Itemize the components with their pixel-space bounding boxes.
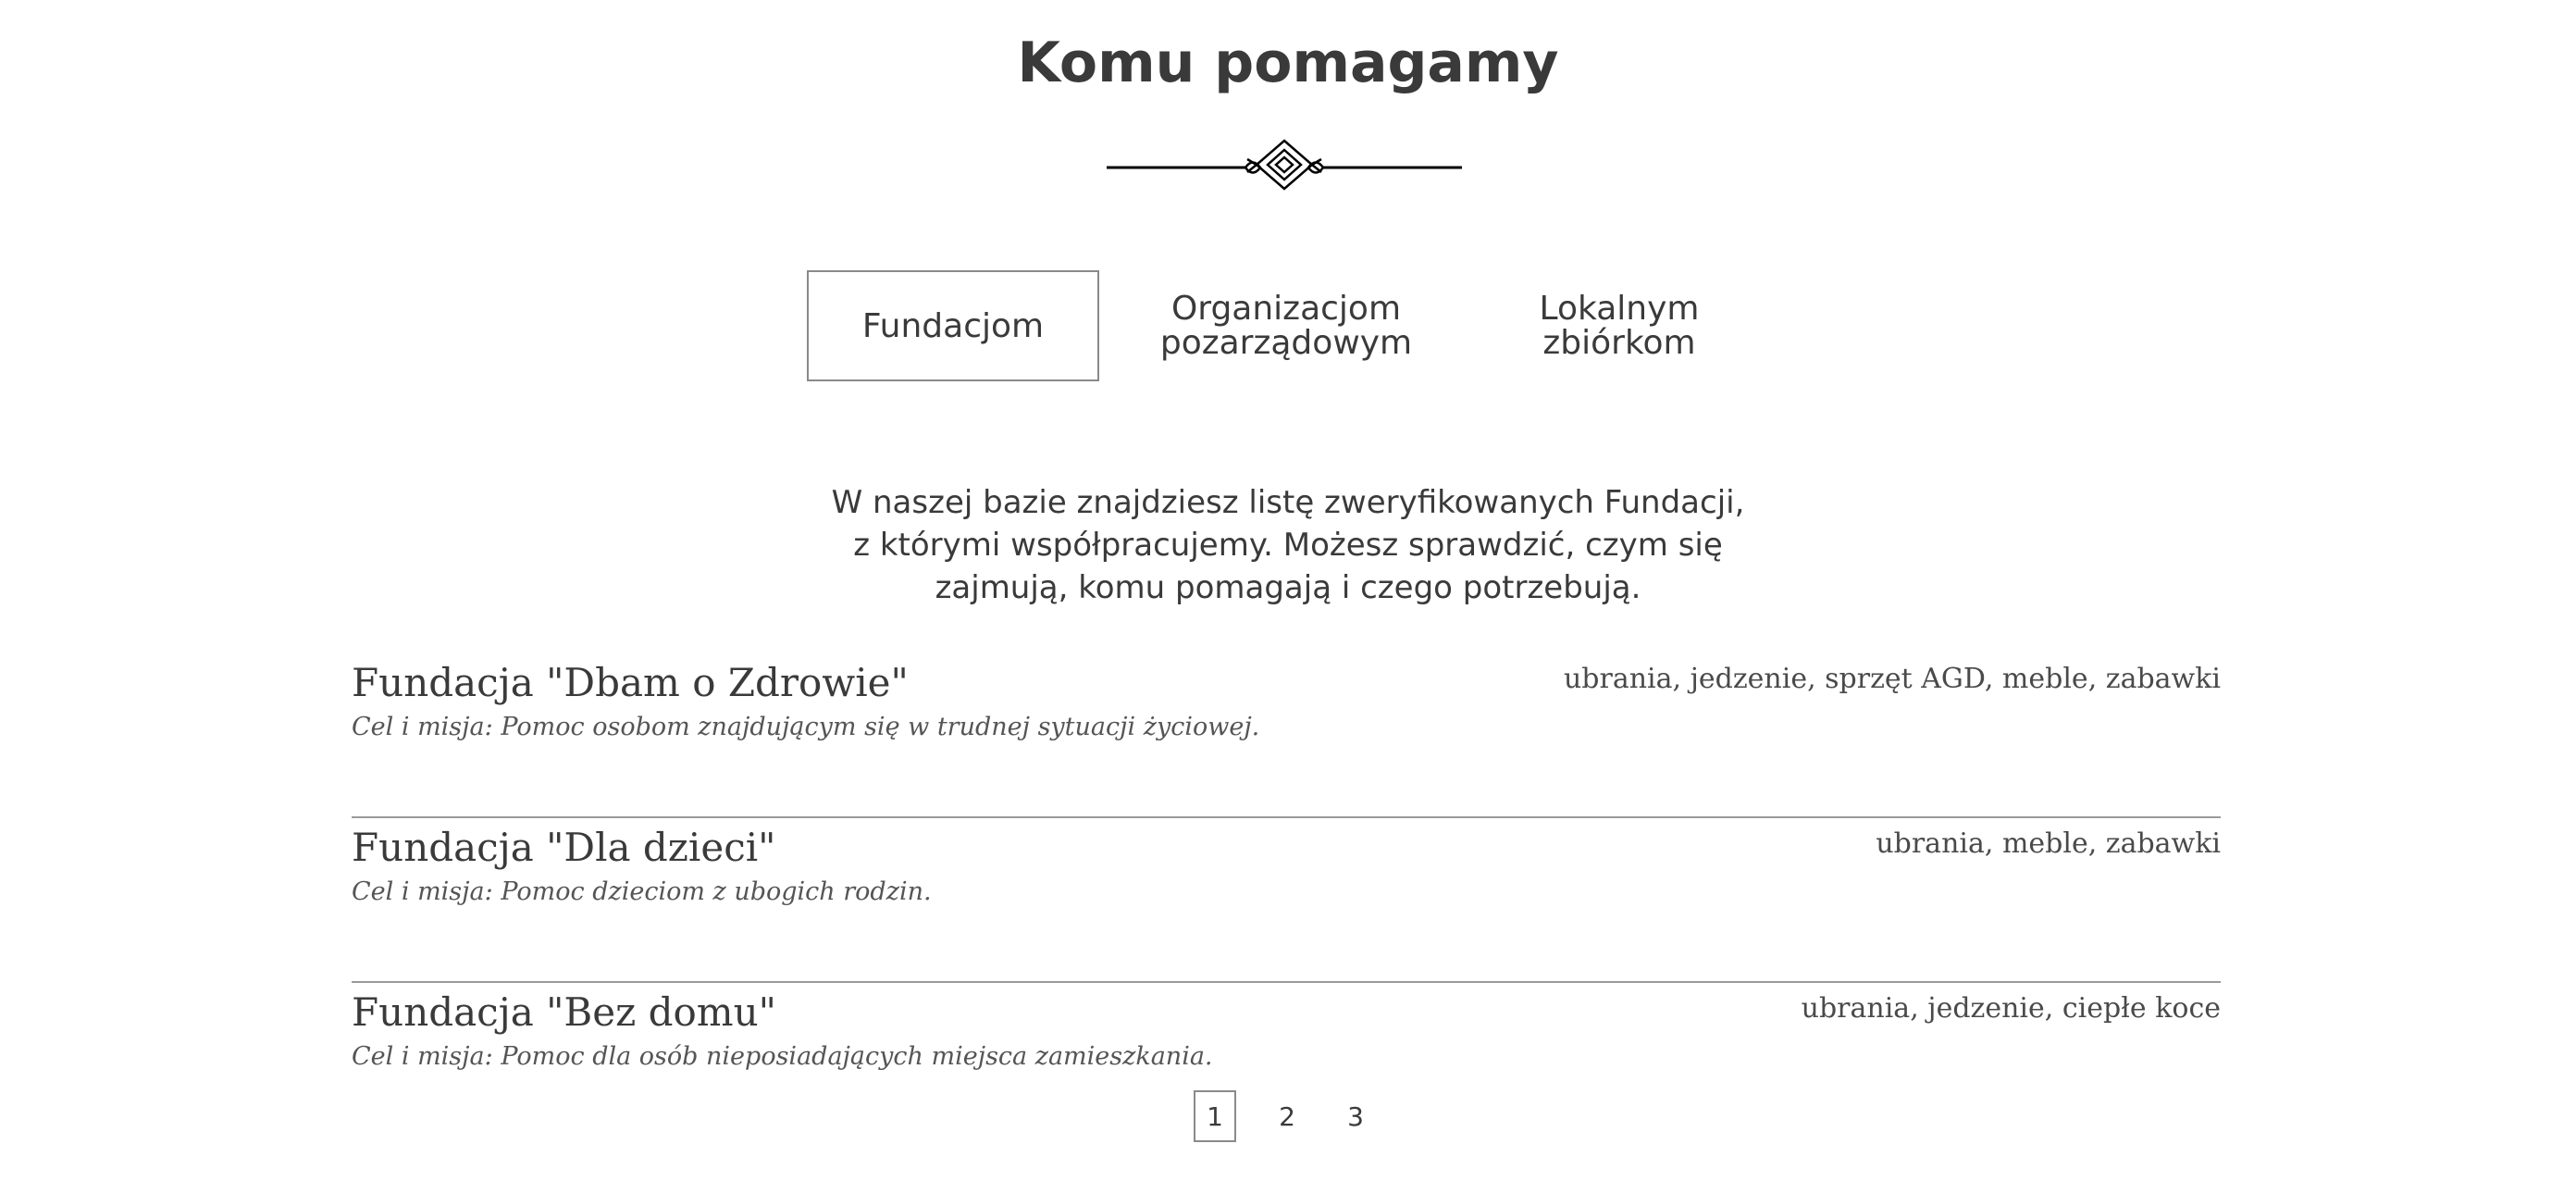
tab-local-collections[interactable]: Lokalnym zbiórkom — [1471, 270, 1767, 381]
tab-ngos[interactable]: Organizacjom pozarządowym — [1138, 270, 1434, 381]
tab-foundations[interactable]: Fundacjom — [807, 270, 1099, 381]
section-title: Komu pomagamy — [1017, 31, 1559, 95]
foundation-name: Fundacja "Bez domu" — [352, 989, 776, 1035]
foundations-list: Fundacja "Dbam o Zdrowie" Cel i misja: P… — [352, 653, 2221, 1148]
list-item: Fundacja "Dbam o Zdrowie" Cel i misja: P… — [352, 653, 2221, 818]
foundation-mission: Cel i misja: Pomoc osobom znajdującym si… — [352, 713, 1260, 741]
foundation-name: Fundacja "Dla dzieci" — [352, 825, 776, 870]
page-button-1[interactable]: 1 — [1194, 1090, 1236, 1142]
foundation-mission: Cel i misja: Pomoc dzieciom z ubogich ro… — [352, 877, 932, 906]
intro-text: W naszej bazie znajdziesz listę zweryfik… — [831, 484, 1745, 606]
decorative-divider-icon — [1107, 139, 1462, 191]
page-button-2[interactable]: 2 — [1266, 1090, 1308, 1142]
foundation-mission: Cel i misja: Pomoc dla osób nieposiadają… — [352, 1042, 1213, 1071]
list-item: Fundacja "Dla dzieci" Cel i misja: Pomoc… — [352, 818, 2221, 983]
foundation-name: Fundacja "Dbam o Zdrowie" — [352, 660, 909, 705]
page-button-3[interactable]: 3 — [1334, 1090, 1377, 1142]
foundation-needs: ubrania, jedzenie, ciepłe koce — [1801, 992, 2221, 1025]
foundation-needs: ubrania, meble, zabawki — [1876, 827, 2221, 860]
foundation-needs: ubrania, jedzenie, sprzęt AGD, meble, za… — [1563, 663, 2221, 695]
recipient-tabs: Fundacjom Organizacjom pozarządowym Loka… — [0, 270, 2576, 383]
